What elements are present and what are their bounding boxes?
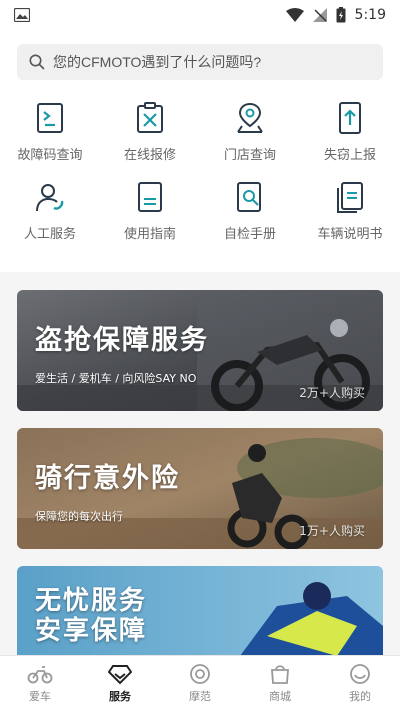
service-label: 车辆说明书 <box>317 227 383 242</box>
tab-label: 摩范 <box>189 690 211 703</box>
motorcycle-icon <box>27 666 53 684</box>
status-time: 5:19 <box>354 7 386 23</box>
tab-my-car[interactable]: 爱车 <box>0 656 80 711</box>
banner-purchase-count: 2万+人购买 <box>299 386 365 400</box>
tab-label: 我的 <box>349 690 371 703</box>
service-theft-report[interactable]: 失窃上报 <box>300 100 400 163</box>
search-placeholder: 您的CFMOTO遇到了什么问题吗? <box>53 54 262 70</box>
store-location-icon <box>237 102 263 133</box>
service-header: 您的CFMOTO遇到了什么问题吗? 故障码查询 在线报修 门店查询 失窃上报 人… <box>0 30 400 272</box>
status-bar: 5:19 <box>0 0 400 30</box>
user-guide-icon <box>138 182 162 212</box>
diamond-icon <box>108 665 132 685</box>
customer-service-icon <box>36 184 64 212</box>
smile-icon <box>350 664 370 684</box>
banner-title: 无忧服务 安享保障 <box>35 586 147 646</box>
shopping-bag-icon <box>271 665 289 684</box>
wifi-icon <box>285 8 304 22</box>
fault-code-icon <box>37 103 63 133</box>
banner-title: 骑行意外险 <box>35 463 180 494</box>
gallery-icon <box>14 8 30 22</box>
repair-tools-icon <box>137 102 163 133</box>
service-label: 失窃上报 <box>323 148 376 163</box>
service-fault-code[interactable]: 故障码查询 <box>0 100 100 163</box>
tab-service[interactable]: 服务 <box>80 656 160 711</box>
tab-label: 商城 <box>269 690 291 703</box>
bottom-tab-bar: 爱车 服务 摩范 商城 我的 <box>0 655 400 711</box>
tab-mine[interactable]: 我的 <box>320 656 400 711</box>
tab-mall[interactable]: 商城 <box>240 656 320 711</box>
service-label: 使用指南 <box>123 227 176 242</box>
banner-subtitle: 保障您的每次出行 <box>35 510 123 523</box>
service-self-check[interactable]: 自检手册 <box>200 179 300 242</box>
service-store-query[interactable]: 门店查询 <box>200 100 300 163</box>
no-signal-icon <box>312 8 327 22</box>
service-vehicle-manual[interactable]: 车辆说明书 <box>300 179 400 242</box>
promo-banners: 盗抢保障服务 爱生活 / 爱机车 / 向风险SAY NO 2万+人购买 骑行意外… <box>17 290 383 704</box>
vehicle-manual-icon <box>337 182 363 213</box>
service-label: 自检手册 <box>223 227 276 242</box>
banner-purchase-count: 1万+人购买 <box>299 524 365 538</box>
battery-icon <box>336 7 346 23</box>
theft-report-icon <box>339 102 361 134</box>
service-label: 人工服务 <box>23 227 76 242</box>
tab-label: 服务 <box>109 690 131 703</box>
banner-title-line1: 无忧服务 <box>35 586 148 616</box>
tab-mofan[interactable]: 摩范 <box>160 656 240 711</box>
service-grid: 故障码查询 在线报修 门店查询 失窃上报 人工服务 使用指南 自检手册 车辆说明… <box>0 100 400 242</box>
service-human-support[interactable]: 人工服务 <box>0 179 100 242</box>
banner-theft-protection[interactable]: 盗抢保障服务 爱生活 / 爱机车 / 向风险SAY NO 2万+人购买 <box>17 290 383 411</box>
tab-label: 爱车 <box>29 690 51 703</box>
banner-subtitle: 爱生活 / 爱机车 / 向风险SAY NO <box>35 372 197 385</box>
service-label: 在线报修 <box>123 148 176 163</box>
service-label: 门店查询 <box>223 148 276 163</box>
banner-title: 盗抢保障服务 <box>35 325 209 356</box>
banner-riding-insurance[interactable]: 骑行意外险 保障您的每次出行 1万+人购买 <box>17 428 383 549</box>
banner-title-line2: 安享保障 <box>35 616 148 646</box>
search-bar[interactable]: 您的CFMOTO遇到了什么问题吗? <box>17 44 383 80</box>
service-online-repair[interactable]: 在线报修 <box>100 100 200 163</box>
self-check-manual-icon <box>237 182 261 212</box>
service-label: 故障码查询 <box>17 148 83 163</box>
circle-target-icon <box>190 664 210 684</box>
search-icon <box>29 54 45 70</box>
service-user-guide[interactable]: 使用指南 <box>100 179 200 242</box>
